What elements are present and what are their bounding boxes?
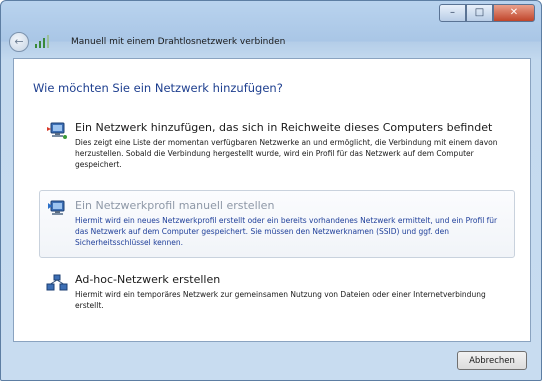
network-profile-icon: [48, 200, 65, 215]
option-title: Ad-hoc-Netzwerk erstellen: [75, 273, 221, 286]
option-description: Hiermit wird ein temporäres Netzwerk zur…: [75, 290, 486, 310]
network-computer-icon: [47, 122, 67, 139]
dialog-window: – □ ✕ ← Manuell mit einem Drahtlosnetzwe…: [0, 0, 542, 381]
back-button[interactable]: ←: [9, 32, 29, 52]
cancel-button[interactable]: Abbrechen: [457, 351, 527, 370]
adhoc-network-icon: [46, 274, 68, 291]
minimize-button[interactable]: –: [439, 4, 466, 22]
maximize-button[interactable]: □: [466, 4, 493, 22]
option-description: Dies zeigt eine Liste der momentan verfü…: [75, 138, 498, 169]
navigation-bar: ← Manuell mit einem Drahtlosnetzwerk ver…: [1, 29, 541, 55]
content-panel: Wie möchten Sie ein Netzwerk hinzufügen?…: [13, 58, 531, 342]
option-description: Hiermit wird ein neues Netzwerkprofil er…: [75, 216, 498, 247]
option-create-profile-manually[interactable]: Ein Netzwerkprofil manuell erstellen Hie…: [39, 190, 515, 258]
wireless-network-icon: [35, 35, 49, 48]
window-controls: – □ ✕: [439, 4, 535, 22]
close-button[interactable]: ✕: [493, 4, 535, 22]
title-bar[interactable]: – □ ✕: [1, 1, 541, 29]
page-heading: Wie möchten Sie ein Netzwerk hinzufügen?: [33, 81, 283, 95]
option-create-adhoc-network[interactable]: Ad-hoc-Netzwerk erstellen Hiermit wird e…: [39, 264, 515, 316]
option-title: Ein Netzwerk hinzufügen, das sich in Rei…: [75, 121, 493, 134]
option-title: Ein Netzwerkprofil manuell erstellen: [75, 199, 275, 212]
option-add-nearby-network[interactable]: Ein Netzwerk hinzufügen, das sich in Rei…: [39, 112, 515, 180]
window-title: Manuell mit einem Drahtlosnetzwerk verbi…: [71, 37, 286, 47]
